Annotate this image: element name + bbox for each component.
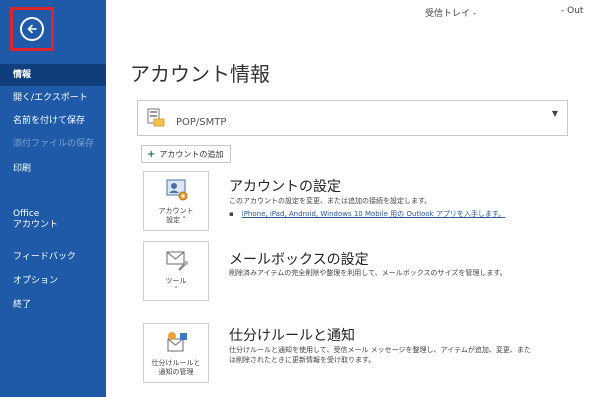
get-outlook-app-link[interactable]: ▪ iPhone, iPad, Android, Windows 10 Mobil…	[229, 209, 505, 219]
account-settings-tile-label: アカウント 設定 ˅	[158, 207, 194, 224]
title-bar-folder: 受信トレイ -	[425, 9, 477, 19]
account-server-icon	[147, 108, 165, 128]
page-title: アカウント情報	[130, 62, 270, 86]
rules-alerts-description: 仕分けルールと通知を使用して、受信メール メッセージを整理し、アイテムが追加、変…	[229, 346, 531, 354]
account-settings-heading: アカウントの設定	[229, 179, 341, 195]
manage-rules-tile-label: 仕分けルールと 通知の管理	[151, 359, 201, 376]
mailbox-settings-description: 削除済みアイテムの完全削除や整理を利用して、メールボックスのサイズを管理します。	[229, 269, 507, 277]
mailbox-settings-heading: メールボックスの設定	[229, 252, 369, 268]
nav-info[interactable]: 情報	[0, 64, 106, 86]
tools-button[interactable]: ツール ˅	[143, 241, 209, 301]
nav-options[interactable]: オプション	[0, 270, 106, 292]
add-account-label: アカウントの追加	[159, 149, 224, 159]
account-selector-value: POP/SMTP	[176, 117, 227, 128]
account-settings-description: このアカウントの設定を変更、または追加の接続を設定します。	[229, 197, 432, 205]
chevron-down-icon: ▼	[551, 109, 558, 118]
back-button[interactable]	[10, 7, 54, 51]
rules-alerts-description-line2: は削除されたときに更新情報を受け取ります。	[229, 356, 376, 364]
backstage-sidebar: 情報 開く/エクスポート 名前を付けて保存 添付ファイルの保存 印刷 Offic…	[0, 0, 106, 397]
title-bar-app: - Out	[561, 6, 584, 16]
plus-icon: +	[147, 148, 156, 160]
nav-exit[interactable]: 終了	[0, 294, 106, 316]
account-settings-icon	[165, 178, 189, 202]
account-settings-button[interactable]: アカウント 設定 ˅	[143, 171, 209, 231]
back-arrow-icon	[20, 17, 44, 41]
bullet: ▪	[229, 210, 234, 218]
nav-office-account[interactable]: Office アカウント	[0, 207, 106, 233]
mailbox-tools-icon	[165, 248, 189, 272]
nav-save-as[interactable]: 名前を付けて保存	[0, 110, 106, 132]
nav-save-attachments[interactable]: 添付ファイルの保存	[0, 133, 106, 155]
nav-feedback[interactable]: フィードバック	[0, 246, 106, 268]
add-account-button[interactable]: + アカウントの追加	[141, 145, 231, 163]
tools-tile-label: ツール ˅	[165, 277, 187, 294]
nav-open-export[interactable]: 開く/エクスポート	[0, 87, 106, 109]
manage-rules-alerts-button[interactable]: 仕分けルールと 通知の管理	[143, 323, 209, 383]
nav-print[interactable]: 印刷	[0, 158, 106, 180]
account-selector[interactable]: POP/SMTP ▼	[137, 100, 568, 136]
rules-alerts-heading: 仕分けルールと通知	[229, 328, 355, 344]
rules-alerts-icon	[165, 330, 189, 354]
get-outlook-app-link-text: iPhone, iPad, Android, Windows 10 Mobile…	[241, 210, 506, 218]
